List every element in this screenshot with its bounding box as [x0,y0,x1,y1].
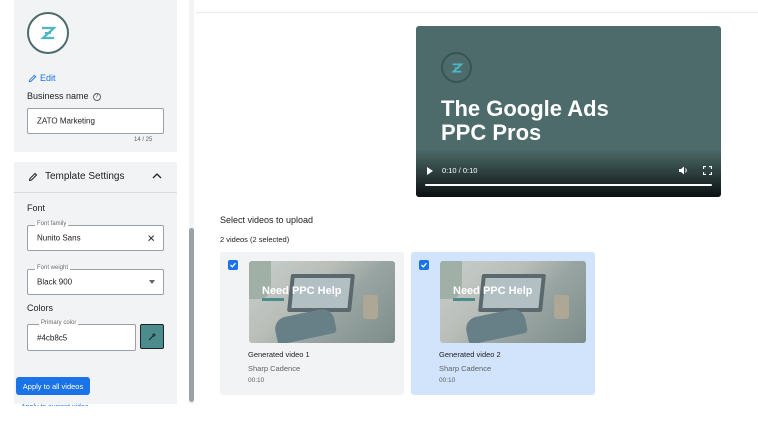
select-videos-title: Select videos to upload [220,215,314,225]
video-card[interactable]: Need PPC Help Generated video 1 Sharp Ca… [220,252,404,395]
video-author: Sharp Cadence [248,364,301,373]
playback-time: 0:10 / 0:10 [442,166,478,175]
volume-icon[interactable] [678,166,688,175]
video-title: The Google Ads PPC Pros [441,97,609,145]
primary-color-input[interactable]: Primary color #4cb8c5 [27,320,136,351]
video-thumbnail[interactable]: Need PPC Help [440,261,586,343]
video-title-line2: PPC Pros [441,120,542,145]
business-panel: Edit Business name? ZATO Marketing 14 / … [14,0,177,152]
font-weight-select[interactable]: Font weight Black 900 [27,265,164,295]
pencil-icon [28,74,37,82]
font-section-label: Font [27,203,46,213]
selection-count: 2 videos (2 selected) [220,235,290,244]
settings-sidebar: Edit Business name? ZATO Marketing 14 / … [14,0,194,412]
thumbnail-text: Need PPC Help [453,285,533,297]
chevron-up-icon[interactable] [152,172,162,180]
font-weight-value: Black 900 [37,277,73,287]
player-logo [441,52,472,83]
business-name-value: ZATO Marketing [37,116,95,126]
video-duration: 00:10 [439,377,456,384]
top-divider [196,12,758,13]
business-name-input[interactable]: ZATO Marketing [27,108,164,134]
video-thumbnail[interactable]: Need PPC Help [249,261,395,343]
zato-logo-icon [450,62,464,73]
apply-to-all-button[interactable]: Apply to all videos [16,377,90,395]
video-title-line1: The Google Ads [441,96,609,121]
play-icon[interactable] [427,167,433,175]
zato-logo-icon [40,26,57,40]
video-name: Generated video 1 [248,350,310,359]
fullscreen-icon[interactable] [703,166,712,175]
checkbox-checked-icon[interactable] [419,260,429,270]
video-duration: 00:10 [248,377,265,384]
template-settings-label: Template Settings [45,171,125,182]
video-player[interactable]: The Google Ads PPC Pros 0:10 / 0:10 [416,26,721,197]
template-settings-header[interactable]: Template Settings [28,171,125,182]
section-divider [14,192,177,193]
font-family-select[interactable]: Font family Nunito Sans × [27,221,164,251]
help-icon[interactable]: ? [92,93,101,101]
character-counter: 14 / 25 [134,137,153,143]
primary-color-legend: Primary color [39,320,79,326]
checkbox-checked-icon[interactable] [228,260,238,270]
dropdown-caret-icon [149,280,155,284]
color-picker-button[interactable] [140,324,164,349]
colors-section-label: Colors [27,303,54,313]
primary-color-value: #4cb8c5 [37,333,68,342]
eyedropper-icon [148,332,156,340]
business-name-label: Business name? [27,91,101,101]
progress-bar[interactable] [425,184,712,186]
close-icon[interactable]: × [147,232,155,245]
edit-label: Edit [40,73,56,83]
video-author: Sharp Cadence [439,364,492,373]
apply-to-current-link[interactable]: Apply to current video [21,401,89,406]
video-name: Generated video 2 [439,350,501,359]
sidebar-scrollbar-thumb[interactable] [189,228,194,402]
edit-logo-link[interactable]: Edit [28,73,56,83]
pencil-icon [28,172,38,181]
thumbnail-text: Need PPC Help [262,285,342,297]
business-logo[interactable] [27,12,69,54]
font-weight-legend: Font weight [35,265,71,271]
video-card[interactable]: Need PPC Help Generated video 2 Sharp Ca… [411,252,595,395]
font-family-legend: Font family [35,221,69,227]
font-family-value: Nunito Sans [37,233,81,243]
